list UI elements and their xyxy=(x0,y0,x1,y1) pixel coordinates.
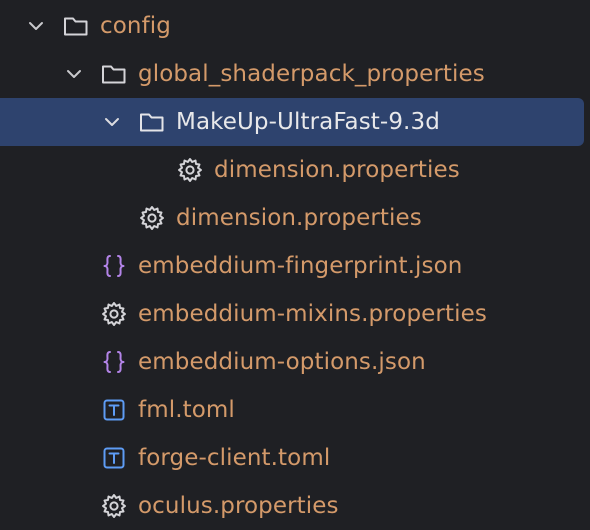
tree-item-embeddium-fingerprint-json[interactable]: embeddium-fingerprint.json xyxy=(0,242,590,290)
tree-item-label: embeddium-options.json xyxy=(138,349,426,375)
folder-icon xyxy=(64,17,88,36)
json-braces-icon xyxy=(103,351,125,373)
tree-item-config[interactable]: config xyxy=(0,2,590,50)
chevron-down-icon[interactable] xyxy=(64,64,84,84)
tree-item-label: dimension.properties xyxy=(176,205,422,231)
tree-item-label: dimension.properties xyxy=(214,157,460,183)
chevron-down-icon[interactable] xyxy=(26,16,46,36)
gear-icon xyxy=(102,302,126,326)
chevron-down-icon[interactable] xyxy=(102,112,122,132)
tree-item-label: fml.toml xyxy=(138,397,235,423)
gear-icon xyxy=(178,158,202,182)
tree-item-dimension-properties-nested[interactable]: dimension.properties xyxy=(0,146,590,194)
folder-icon xyxy=(140,113,164,132)
tree-item-label: global_shaderpack_properties xyxy=(138,61,485,87)
tree-item-embeddium-options-json[interactable]: embeddium-options.json xyxy=(0,338,590,386)
json-braces-icon xyxy=(103,255,125,277)
tree-item-oculus-properties[interactable]: oculus.properties xyxy=(0,482,590,530)
toml-text-icon xyxy=(103,399,125,421)
tree-item-forge-client-toml[interactable]: forge-client.toml xyxy=(0,434,590,482)
folder-icon xyxy=(102,65,126,84)
tree-item-label: MakeUp-UltraFast-9.3d xyxy=(176,109,440,135)
tree-item-fml-toml[interactable]: fml.toml xyxy=(0,386,590,434)
gear-icon xyxy=(102,494,126,518)
tree-item-label: oculus.properties xyxy=(138,493,339,519)
toml-text-icon xyxy=(103,447,125,469)
tree-item-dimension-properties[interactable]: dimension.properties xyxy=(0,194,590,242)
tree-item-label: embeddium-fingerprint.json xyxy=(138,253,463,279)
project-file-tree: config global_shaderpack_properties Make… xyxy=(0,0,590,530)
tree-item-label: embeddium-mixins.properties xyxy=(138,301,487,327)
gear-icon xyxy=(140,206,164,230)
tree-item-global-shaderpack-properties[interactable]: global_shaderpack_properties xyxy=(0,50,590,98)
tree-item-label: config xyxy=(100,13,171,39)
tree-item-makeup-ultrafast[interactable]: MakeUp-UltraFast-9.3d xyxy=(0,98,584,146)
tree-item-embeddium-mixins-properties[interactable]: embeddium-mixins.properties xyxy=(0,290,590,338)
tree-item-label: forge-client.toml xyxy=(138,445,331,471)
